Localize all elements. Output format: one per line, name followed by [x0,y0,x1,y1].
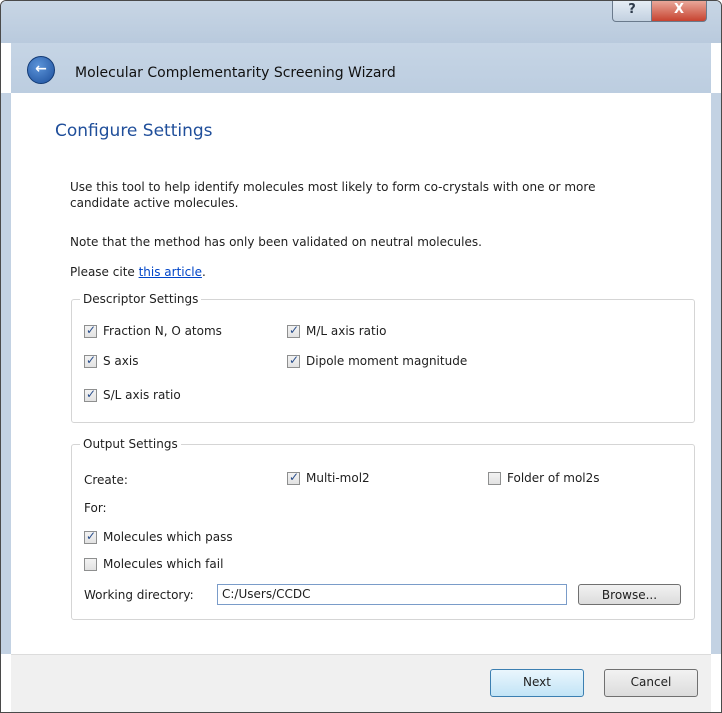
next-button[interactable]: Next [490,669,584,697]
descriptor-settings-label: Descriptor Settings [80,292,202,306]
for-label: For: [84,501,107,515]
cancel-button[interactable]: Cancel [604,669,698,697]
descriptor-settings-group: Descriptor Settings ✓ Fraction N, O atom… [71,292,695,423]
dipole-moment-label: Dipole moment magnitude [306,354,468,368]
check-icon: ✓ [289,470,300,484]
wizard-window: ? X ← Molecular Complementarity Screenin… [0,0,722,713]
s-axis-checkbox[interactable]: ✓ [84,353,97,368]
right-frame-border [711,93,721,654]
title-bar: ? X [1,1,721,43]
check-icon: ✓ [86,387,97,401]
left-frame-border [1,93,11,654]
create-label: Create: [84,473,128,487]
working-directory-input[interactable]: C:/Users/CCDC [217,584,567,605]
check-icon: ✓ [86,323,97,337]
back-arrow-icon: ← [35,61,47,77]
cite-suffix: . [201,265,206,279]
working-directory-label: Working directory: [84,588,194,602]
wizard-page: Configure Settings Use this tool to help… [11,93,711,654]
help-icon: ? [628,2,636,17]
close-button[interactable]: X [651,1,707,22]
output-settings-label: Output Settings [80,437,181,451]
back-button[interactable]: ← [27,56,55,84]
intro-text-line2: candidate active molecules. [70,196,239,210]
check-icon: ✓ [86,353,97,367]
next-label: Next [523,675,551,689]
cite-prefix: Please cite [70,265,139,279]
citation-line: Please cite this article. [70,265,206,279]
sl-axis-ratio-label: S/L axis ratio [103,388,181,402]
article-link[interactable]: this article [139,265,202,279]
intro-text-line1: Use this tool to help identify molecules… [70,180,596,194]
molecules-pass-checkbox[interactable]: ✓ [84,529,97,544]
molecules-fail-checkbox[interactable] [84,558,97,571]
browse-button[interactable]: Browse... [578,584,681,605]
check-icon: ✓ [289,353,300,367]
multi-mol2-checkbox[interactable]: ✓ [287,470,300,485]
molecules-pass-label: Molecules which pass [103,530,233,544]
wizard-title: Molecular Complementarity Screening Wiza… [75,65,396,81]
sl-axis-ratio-checkbox[interactable]: ✓ [84,387,97,402]
molecules-fail-label: Molecules which fail [103,557,224,571]
folder-of-mol2s-checkbox[interactable] [488,472,501,485]
neutral-note: Note that the method has only been valid… [70,235,482,249]
page-title: Configure Settings [55,121,213,141]
cancel-label: Cancel [630,675,672,689]
dipole-moment-checkbox[interactable]: ✓ [287,353,300,368]
working-directory-value: C:/Users/CCDC [222,587,311,601]
wizard-header: ← Molecular Complementarity Screening Wi… [11,43,711,93]
help-button[interactable]: ? [612,1,652,22]
ml-axis-ratio-checkbox[interactable]: ✓ [287,323,300,338]
wizard-footer: Next Cancel [11,654,711,712]
close-icon: X [673,2,685,17]
check-icon: ✓ [289,323,300,337]
fraction-no-atoms-label: Fraction N, O atoms [103,324,222,338]
ml-axis-ratio-label: M/L axis ratio [306,324,387,338]
browse-label: Browse... [601,588,658,602]
multi-mol2-label: Multi-mol2 [306,471,370,485]
output-settings-group: Output Settings Create: ✓ Multi-mol2 Fol… [71,437,695,620]
s-axis-label: S axis [103,354,139,368]
check-icon: ✓ [86,529,97,543]
fraction-no-atoms-checkbox[interactable]: ✓ [84,323,97,338]
folder-of-mol2s-label: Folder of mol2s [507,471,600,485]
